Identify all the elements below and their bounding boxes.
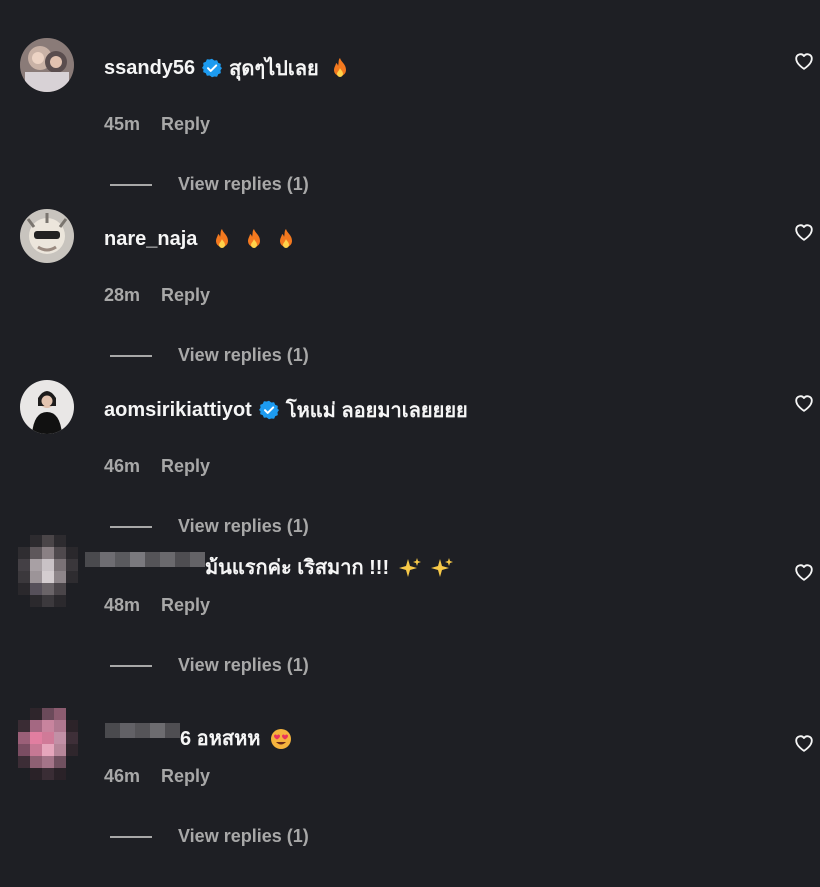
fire-emoji-icon [275, 228, 297, 250]
reply-button[interactable]: Reply [161, 456, 210, 476]
replies-divider [110, 525, 152, 528]
comment-item: nare_naja 28m Reply View replies (1) [0, 203, 820, 374]
comments-feed: ssandy56 สุดๆไปเลย 45m Reply View replie… [0, 0, 820, 864]
fire-emoji-icon [329, 57, 351, 79]
reply-button[interactable]: Reply [161, 595, 210, 615]
heart-outline-icon[interactable] [793, 561, 815, 583]
view-replies-button[interactable]: View replies (1) [110, 174, 309, 195]
comment-item: aomsirikiattiyot โหแม่ ลอยมาเลยยยย 46m R… [0, 374, 820, 545]
view-replies-label: View replies (1) [178, 826, 309, 846]
comment-time: 28m [104, 285, 141, 305]
view-replies-label: View replies (1) [178, 345, 309, 365]
fire-emoji-icon [211, 228, 233, 250]
comment-item: ม้นแรกค่ะ เริสมาก !!! 48m Reply View rep… [0, 535, 820, 716]
comment-item: ssandy56 สุดๆไปเลย 45m Reply View replie… [0, 32, 820, 203]
view-replies-label: View replies (1) [178, 174, 309, 194]
view-replies-button[interactable]: View replies (1) [110, 655, 309, 676]
username[interactable]: ssandy56 [104, 57, 195, 80]
heart-outline-icon[interactable] [793, 50, 815, 72]
avatar[interactable] [20, 380, 74, 434]
fire-emoji-icon [243, 228, 265, 250]
view-replies-button[interactable]: View replies (1) [110, 516, 309, 537]
sparkles-emoji-icon [431, 556, 454, 578]
comment-time: 48m [104, 595, 141, 615]
sparkles-emoji-icon [399, 556, 422, 578]
comment-time: 45m [104, 114, 141, 134]
comment-item: 6 อหสหห 46m Reply View replies (1) [0, 708, 820, 887]
view-replies-label: View replies (1) [178, 655, 309, 675]
replies-divider [110, 835, 152, 838]
view-replies-button[interactable]: View replies (1) [110, 826, 309, 847]
username-redacted [105, 723, 180, 753]
view-replies-label: View replies (1) [178, 516, 309, 536]
heart-outline-icon[interactable] [793, 392, 815, 414]
verified-badge-icon [258, 400, 279, 420]
view-replies-button[interactable]: View replies (1) [110, 345, 309, 366]
username[interactable]: aomsirikiattiyot [104, 399, 252, 422]
heart-eyes-emoji-icon [270, 727, 292, 749]
verified-badge-icon [202, 58, 223, 78]
comment-text: 6 อหสหห [180, 728, 261, 750]
reply-button[interactable]: Reply [161, 285, 210, 305]
replies-divider [110, 183, 152, 186]
replies-divider [110, 664, 152, 667]
comment-time: 46m [104, 456, 141, 476]
comment-text: โหแม่ ลอยมาเลยยยย [285, 400, 468, 422]
avatar[interactable] [20, 38, 74, 92]
heart-outline-icon[interactable] [793, 221, 815, 243]
username-redacted [85, 552, 205, 582]
avatar[interactable] [20, 209, 74, 263]
reply-button[interactable]: Reply [161, 766, 210, 786]
comment-time: 46m [104, 766, 141, 786]
replies-divider [110, 354, 152, 357]
comment-text: สุดๆไปเลย [229, 58, 319, 80]
comment-text: ม้นแรกค่ะ เริสมาก !!! [205, 557, 390, 579]
avatar-pixelated[interactable] [18, 535, 78, 607]
avatar-pixelated[interactable] [18, 708, 78, 780]
username[interactable]: nare_naja [104, 228, 197, 251]
heart-outline-icon[interactable] [793, 732, 815, 754]
reply-button[interactable]: Reply [161, 114, 210, 134]
